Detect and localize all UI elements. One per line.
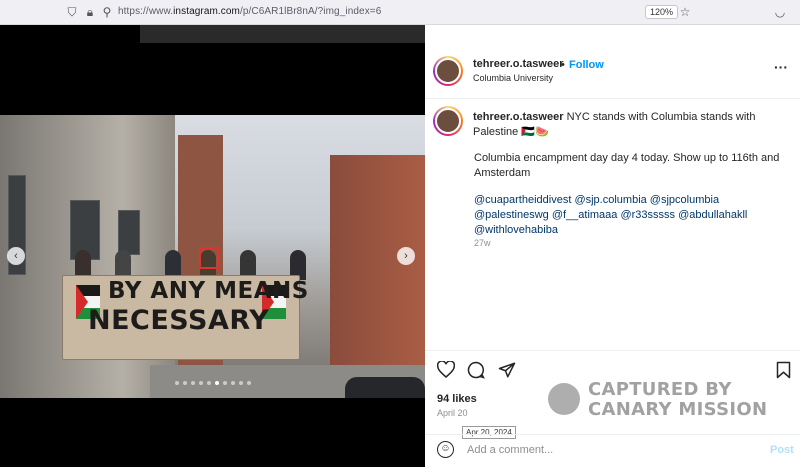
follow-button[interactable]: Follow xyxy=(569,59,604,71)
carousel-dot-active xyxy=(215,381,219,385)
comment-input[interactable]: Add a comment... xyxy=(467,444,553,456)
carousel-dots xyxy=(175,381,251,385)
author-avatar[interactable] xyxy=(433,56,463,86)
divider xyxy=(425,434,800,435)
divider xyxy=(425,350,800,351)
save-bookmark-icon[interactable] xyxy=(776,361,791,379)
watermark-line2: CANARY MISSION xyxy=(588,399,768,420)
window xyxy=(118,210,140,255)
carousel-dot xyxy=(231,381,235,385)
carousel-dot xyxy=(239,381,243,385)
carousel-dot xyxy=(247,381,251,385)
zoom-badge[interactable]: 120% xyxy=(645,5,679,19)
like-count[interactable]: 94 likes xyxy=(437,393,477,405)
car xyxy=(345,377,425,398)
url-prefix: https://www. xyxy=(118,6,174,17)
divider xyxy=(425,98,800,99)
body-line1: Columbia encampment day day 4 today. Sho… xyxy=(474,152,780,164)
caption-line1: NYC stands with Columbia stands with xyxy=(566,111,756,123)
carousel-dot xyxy=(191,381,195,385)
canary-bird-icon xyxy=(548,383,580,415)
share-send-icon[interactable] xyxy=(498,361,516,379)
carousel-dot xyxy=(223,381,227,385)
post-location[interactable]: Columbia University xyxy=(473,73,553,83)
watermark-line1: CAPTURED BY xyxy=(588,379,732,400)
tags-line3[interactable]: @withlovehabiba xyxy=(474,224,558,236)
permissions-icon[interactable]: ⚲ xyxy=(100,5,114,19)
carousel-prev-button[interactable]: ‹ xyxy=(7,247,25,265)
more-dots-icon[interactable]: ··· xyxy=(774,59,788,75)
tags-line1[interactable]: @cuapartheiddivest @sjp.columbia @sjpcol… xyxy=(474,194,719,206)
separator-dot: • xyxy=(561,59,565,71)
caption-username[interactable]: tehreer.o.tasweer xyxy=(473,111,564,123)
date-tooltip: Apr 20, 2024 xyxy=(462,426,516,439)
post-comment-button[interactable]: Post xyxy=(770,444,794,456)
carousel-dot xyxy=(183,381,187,385)
like-heart-icon[interactable] xyxy=(437,361,455,378)
caption-avatar[interactable] xyxy=(433,106,463,136)
caption-line2: Palestine 🇵🇸🍉 xyxy=(473,126,549,138)
emoji-smiley-icon[interactable]: ☺ xyxy=(437,441,454,458)
post-date[interactable]: April 20 xyxy=(437,408,468,418)
browser-toolbar: ⛉ 🔒︎ ⚲ https://www.instagram.com/p/C6AR1… xyxy=(0,0,800,25)
background-feed-strip xyxy=(140,25,425,43)
mention-tags[interactable]: @cuapartheiddivest @sjp.columbia @sjpcol… xyxy=(474,193,794,238)
shield-icon[interactable]: ⛉ xyxy=(65,5,79,19)
url-path: /p/C6AR1lBr8nA/?img_index=6 xyxy=(240,6,382,17)
carousel-dot xyxy=(199,381,203,385)
address-bar[interactable]: https://www.instagram.com/p/C6AR1lBr8nA/… xyxy=(118,6,381,17)
tags-line2[interactable]: @palestineswg @f__atimaaa @r33sssss @abd… xyxy=(474,209,747,221)
lock-icon[interactable]: 🔒︎ xyxy=(83,5,97,19)
banner-text-line1: BY ANY MEANS xyxy=(108,278,309,304)
bookmark-star-icon[interactable]: ☆ xyxy=(678,5,692,19)
banner-text-line2: NECESSARY xyxy=(88,305,270,336)
author-username[interactable]: tehreer.o.tasweer xyxy=(473,58,564,70)
caption: tehreer.o.tasweer NYC stands with Columb… xyxy=(473,110,793,140)
watermark: CAPTURED BY CANARY MISSION xyxy=(548,379,768,421)
comment-bubble-icon[interactable] xyxy=(467,361,485,379)
post-age[interactable]: 27w xyxy=(474,238,491,248)
pocket-icon[interactable]: ◡ xyxy=(773,5,787,19)
body-line2: Amsterdam xyxy=(474,167,531,179)
carousel-dot xyxy=(175,381,179,385)
face-highlight-box xyxy=(199,247,219,269)
carousel-next-button[interactable]: › xyxy=(397,247,415,265)
caption-body: Columbia encampment day day 4 today. Sho… xyxy=(474,151,794,181)
carousel-dot xyxy=(207,381,211,385)
url-host: instagram.com xyxy=(173,6,240,17)
